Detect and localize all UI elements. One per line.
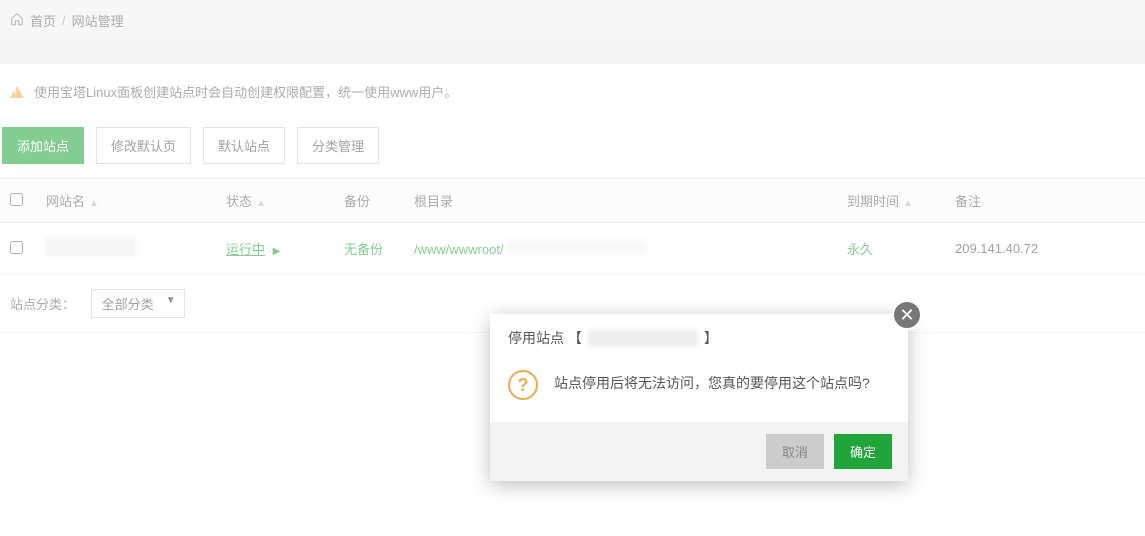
close-icon[interactable]: ✕	[892, 300, 922, 330]
dialog-message: 站点停用后将无法访问，您真的要停用这个站点吗?	[554, 370, 870, 397]
cancel-button[interactable]: 取消	[766, 434, 824, 469]
stop-site-dialog: ✕ 停用站点 【 】 ? 站点停用后将无法访问，您真的要停用这个站点吗? 取消 …	[490, 314, 908, 481]
dialog-body: ? 站点停用后将无法访问，您真的要停用这个站点吗?	[490, 362, 908, 422]
confirm-button[interactable]: 确定	[834, 434, 892, 469]
question-icon: ?	[508, 370, 538, 400]
dialog-site-name-blurred	[588, 329, 698, 347]
dialog-footer: 取消 确定	[490, 422, 908, 481]
dialog-title: 停用站点 【 】	[490, 314, 908, 362]
